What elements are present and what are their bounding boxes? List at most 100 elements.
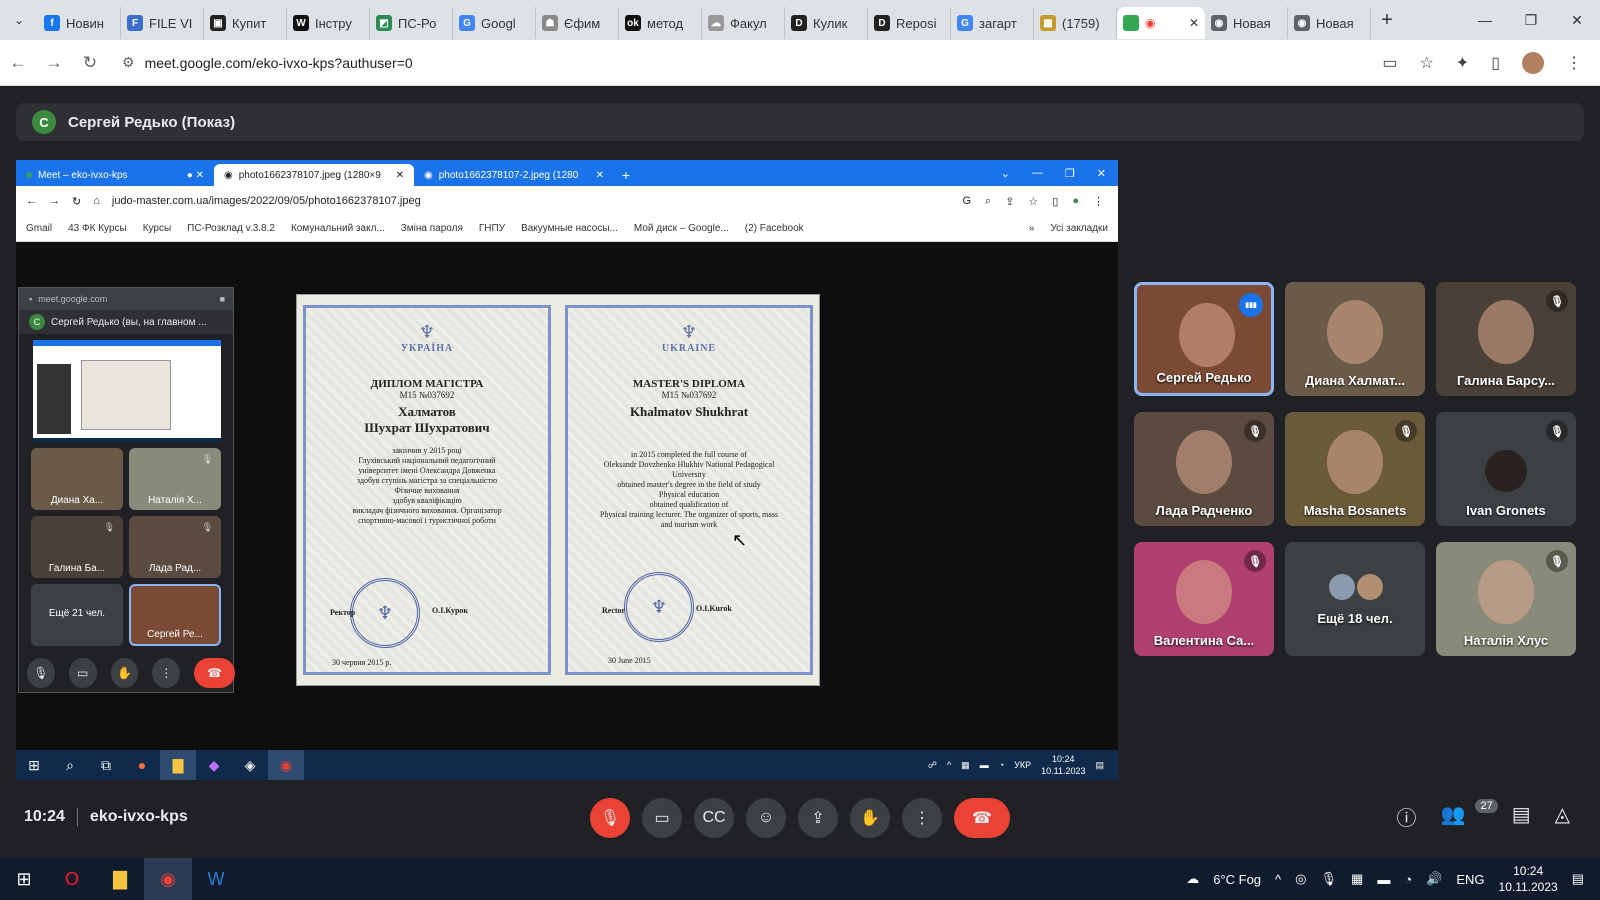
- explorer-icon[interactable]: ▇: [96, 858, 144, 900]
- forward-button[interactable]: →: [36, 53, 72, 73]
- weather-icon[interactable]: ☁: [1186, 871, 1199, 887]
- maximize-button[interactable]: ❐: [1508, 12, 1554, 29]
- diploma-name: Khalmatov Shukhrat: [629, 404, 749, 419]
- participant-tile[interactable]: 🎙 Masha Bosanets: [1285, 412, 1425, 526]
- browser-tab[interactable]: W Інстру: [287, 7, 370, 39]
- browser-tab[interactable]: ◉ Новая: [1288, 7, 1371, 39]
- browser-tab[interactable]: ☁ Факул: [702, 7, 785, 39]
- tab-favicon-icon: ok: [625, 15, 641, 31]
- diploma-line: Фізичне виховання: [394, 486, 460, 495]
- weather-text[interactable]: 6°C Fog: [1213, 872, 1261, 887]
- mic-off-button[interactable]: 🎙: [590, 798, 630, 838]
- tab-favicon-icon: D: [791, 15, 807, 31]
- reload-icon: ↻: [72, 195, 82, 208]
- battery-icon[interactable]: ▬: [1377, 872, 1390, 887]
- chrome-icon[interactable]: ◉: [144, 858, 192, 900]
- image-viewer: ▪ meet.google.com ■ C Сергей Редько (вы,…: [16, 242, 1118, 750]
- firefox-icon: ●: [137, 757, 147, 773]
- shared-address-bar: ← → ↻ ⌂ judo-master.com.ua/images/2022/0…: [16, 186, 1118, 216]
- wifi-icon[interactable]: ◔: [1404, 872, 1412, 887]
- browser-tab[interactable]: ▦ (1759): [1034, 7, 1117, 39]
- volume-icon[interactable]: 🔊: [1426, 871, 1442, 887]
- diploma-date: 30 June 2015: [608, 656, 651, 665]
- participant-tile[interactable]: Диана Халмат...: [1285, 282, 1425, 396]
- participant-tile[interactable]: 🎙 Наталія Хлус: [1436, 542, 1576, 656]
- close-window-button[interactable]: ✕: [1554, 12, 1600, 29]
- more-options-button[interactable]: ⋮: [902, 798, 942, 838]
- preview-tiles: [37, 364, 71, 434]
- opera-icon[interactable]: O: [48, 858, 96, 900]
- search-icon: ⌕: [66, 756, 74, 773]
- browser-tab[interactable]: D Кулик: [785, 7, 868, 39]
- leave-call-button[interactable]: ☎: [954, 798, 1010, 838]
- browser-tab[interactable]: f Новин: [38, 7, 121, 39]
- chevron-up-icon[interactable]: ^: [1275, 872, 1281, 887]
- hangup-icon: ☎: [194, 658, 236, 688]
- presenter-avatar: C: [32, 110, 56, 134]
- avatar: [1485, 450, 1527, 492]
- trident-icon: ♆: [680, 322, 698, 342]
- tab-active-meet[interactable]: ◉ ✕: [1117, 7, 1205, 39]
- tray-date: 10.11.2023: [1041, 766, 1086, 776]
- browser-tab[interactable]: ok метод: [619, 7, 702, 39]
- diploma-number: M15 №037692: [661, 390, 717, 400]
- profile-avatar[interactable]: [1522, 51, 1544, 74]
- word-icon[interactable]: W: [192, 858, 240, 900]
- network-icon[interactable]: ▦: [1351, 871, 1363, 887]
- participant-tile[interactable]: Ещё 18 чел.: [1285, 542, 1425, 656]
- tab-search-button[interactable]: ⌄: [0, 0, 38, 40]
- pip-host: meet.google.com: [38, 294, 108, 304]
- mic-off-icon: 🎙: [1546, 290, 1568, 312]
- site-info-icon[interactable]: ⚙: [122, 54, 135, 71]
- people-button[interactable]: 👥 27: [1441, 799, 1498, 831]
- participant-tile[interactable]: 🎙 Валентина Са...: [1134, 542, 1274, 656]
- participant-tile[interactable]: 🎙 Ivan Gronets: [1436, 412, 1576, 526]
- activities-button[interactable]: ◬: [1555, 802, 1570, 831]
- extensions-icon[interactable]: ✦: [1456, 53, 1469, 73]
- share-icon: ⇪: [1005, 195, 1015, 208]
- browser-tab[interactable]: Gзагарт: [951, 7, 1034, 39]
- side-panel-icon[interactable]: ▯: [1491, 53, 1500, 73]
- participant-video: [1179, 303, 1235, 367]
- present-button[interactable]: ⇪: [798, 798, 838, 838]
- url-box[interactable]: ⚙ meet.google.com/eko-ivxo-kps?authuser=…: [122, 54, 1382, 71]
- browser-menu-icon[interactable]: ⋮: [1566, 53, 1582, 73]
- windows-start-icon[interactable]: ⊞: [0, 858, 48, 900]
- browser-tab[interactable]: ▣ Купит: [204, 7, 287, 39]
- avatar: [1329, 574, 1355, 600]
- browser-tab[interactable]: F FILE VI: [121, 7, 204, 39]
- chat-button[interactable]: ▤: [1512, 802, 1531, 831]
- participant-tile[interactable]: ▮▮▮ Сергей Редько: [1134, 282, 1274, 396]
- bookmark-star-icon[interactable]: ☆: [1419, 53, 1433, 73]
- camera-tray-icon[interactable]: ◎: [1295, 871, 1306, 887]
- pip-participant-tile: Наталія Х... 🎙: [129, 448, 221, 510]
- camera-status-icon[interactable]: ▭: [1382, 53, 1397, 73]
- diploma-number: M15 №037692: [399, 390, 455, 400]
- mic-tray-icon[interactable]: 🎙: [1321, 871, 1338, 887]
- camera-button[interactable]: ▭: [642, 798, 682, 838]
- lang-indicator[interactable]: ENG: [1456, 872, 1484, 887]
- notifications-icon[interactable]: ▤: [1572, 871, 1584, 887]
- shared-tab-photo: ◉ photo1662378107.jpeg (1280×9 ✕: [214, 164, 414, 186]
- participant-tile[interactable]: 🎙 Лада Радченко: [1134, 412, 1274, 526]
- browser-tab[interactable]: ☗ Єфим: [536, 7, 619, 39]
- browser-tab[interactable]: D Reposi: [868, 7, 951, 39]
- new-tab-button[interactable]: +: [1371, 9, 1403, 32]
- browser-tab[interactable]: ◩ ПС-Ро: [370, 7, 453, 39]
- raise-hand-button[interactable]: ✋: [850, 798, 890, 838]
- taskbar-clock[interactable]: 10:24 10.11.2023: [1499, 863, 1558, 895]
- divider: [76, 808, 78, 826]
- minimize-button[interactable]: —: [1462, 12, 1508, 28]
- meeting-details-button[interactable]: ⓘ: [1397, 802, 1417, 831]
- close-tab-icon[interactable]: ✕: [1189, 16, 1199, 30]
- tab-label: Новин: [66, 15, 104, 31]
- browser-tab[interactable]: G Googl: [453, 7, 536, 39]
- back-button[interactable]: ←: [0, 53, 36, 73]
- side-panel-icon: ▯: [1052, 195, 1059, 208]
- reload-button[interactable]: ↻: [72, 53, 108, 73]
- participant-tile[interactable]: 🎙 Галина Барсу...: [1436, 282, 1576, 396]
- shared-tray: ☍ ^ ▦ ▬ ◔ УКР 10:24 10.11.2023 ▤: [928, 753, 1118, 777]
- captions-button[interactable]: CC: [694, 798, 734, 838]
- emoji-button[interactable]: ☺: [746, 798, 786, 838]
- browser-tab[interactable]: ◉ Новая: [1205, 7, 1288, 39]
